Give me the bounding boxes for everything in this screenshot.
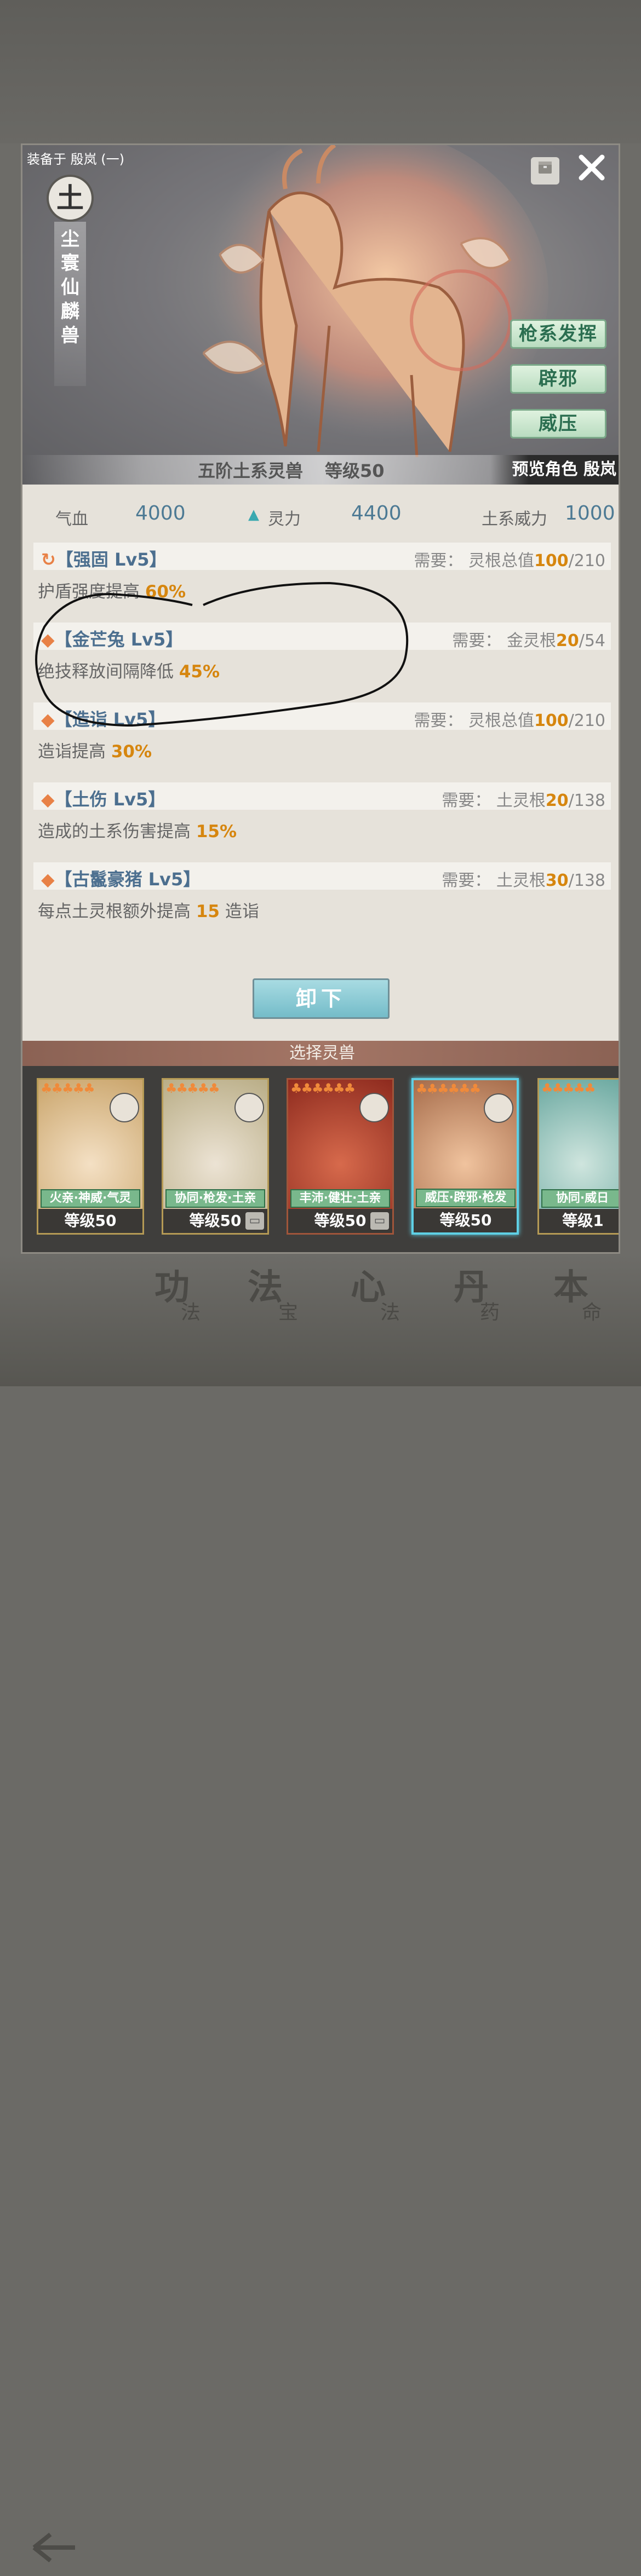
bg-tab-sub: 命: [582, 1301, 602, 1324]
beast-card[interactable]: ♣♣♣♣♣ 火亲·神威·气灵 等级50: [37, 1078, 144, 1235]
skill-name: ◆【金芒兔 Lv5】: [41, 629, 184, 650]
spirit-label: 灵力: [268, 510, 301, 529]
diamond-icon: ◆: [41, 709, 55, 730]
beast-detail-panel: 装备于 殷岚 (一) 土 尘寰仙麟兽 枪系发挥 辟邪 威压 五阶土系灵兽 等级50…: [21, 143, 620, 1254]
bg-tab-sub: 药: [480, 1301, 500, 1324]
avatar: [359, 1093, 389, 1122]
card-tags: 火亲·神威·气灵: [41, 1189, 140, 1208]
paw-stars: ♣♣♣♣♣: [41, 1081, 95, 1096]
beast-card-selected[interactable]: ♣♣♣♣♣♣ 威压·辟邪·枪发 等级50: [411, 1078, 519, 1235]
bag-icon[interactable]: [531, 157, 559, 185]
skill-name: ◆【土伤 Lv5】: [41, 789, 166, 810]
paw-stars: ♣♣♣♣♣♣: [416, 1081, 481, 1097]
card-level: 等级1: [539, 1209, 619, 1233]
left-arrow-icon[interactable]: [28, 2519, 78, 2576]
lock-icon: ▭: [370, 1212, 389, 1230]
beast-card[interactable]: ♣♣♣♣♣♣ 丰沛·健壮·土亲 等级50 ▭: [287, 1078, 394, 1235]
skill-name: ◆【造诣 Lv5】: [41, 709, 166, 730]
unequip-button[interactable]: 卸下: [253, 978, 390, 1019]
paw-stars: ♣♣♣♣♣♣: [290, 1081, 356, 1096]
background-top: [0, 0, 641, 143]
skill-header: ◆【古鬣豪猪 Lv5】 需要： 土灵根30/138: [33, 862, 611, 890]
diamond-icon: ◆: [41, 789, 55, 810]
skill-requirement: 需要： 灵根总值100/210: [414, 711, 605, 730]
close-icon[interactable]: [576, 153, 608, 186]
card-tags: 威压·辟邪·枪发: [416, 1189, 516, 1207]
trait-button[interactable]: 枪系发挥: [510, 319, 606, 349]
preview-character[interactable]: 预览角色 殷岚: [490, 455, 619, 485]
skill-requirement: 需要： 金灵根20/54: [452, 631, 605, 650]
skill-description: 护盾强度提高 60%: [38, 582, 186, 602]
skill-description: 造诣提高 30%: [38, 742, 152, 762]
skill-name: ↻【强固 Lv5】: [41, 549, 167, 570]
skill-requirement: 需要： 灵根总值100/210: [414, 551, 605, 570]
skill-header: ◆【金芒兔 Lv5】 需要： 金灵根20/54: [33, 623, 611, 650]
avatar: [484, 1093, 513, 1123]
select-beast-title: 选择灵兽: [22, 1041, 619, 1066]
earth-power-label: 土系威力: [482, 510, 547, 529]
card-tags: 协同·枪发·土亲: [165, 1189, 265, 1208]
beast-card[interactable]: ♣♣♣♣♣ 协同·威日 等级1: [537, 1078, 619, 1235]
trait-button[interactable]: 辟邪: [510, 364, 606, 394]
paw-stars: ♣♣♣♣♣: [541, 1081, 596, 1096]
beast-illustration: [187, 145, 548, 458]
equipped-on-label: 装备于 殷岚 (一): [27, 152, 124, 167]
diamond-icon: ◆: [41, 629, 55, 650]
hp-label: 气血: [55, 510, 88, 529]
skill-header: ◆【造诣 Lv5】 需要： 灵根总值100/210: [33, 702, 611, 730]
beast-level: 等级50: [325, 460, 385, 481]
bg-tab-sub: 宝: [278, 1301, 299, 1324]
beast-grade-level: 五阶土系灵兽 等级50: [198, 457, 385, 482]
diamond-icon: ◆: [41, 869, 55, 890]
trait-button[interactable]: 威压: [510, 409, 606, 439]
paw-stars: ♣♣♣♣♣: [165, 1081, 220, 1096]
spirit-up-icon: ▲: [248, 506, 259, 523]
skill-header: ◆【土伤 Lv5】 需要： 土灵根20/138: [33, 782, 611, 810]
avatar: [234, 1093, 264, 1122]
bg-tab-sub: 法: [380, 1301, 400, 1324]
avatar: [110, 1093, 139, 1122]
beast-grade: 五阶土系灵兽: [198, 460, 304, 481]
card-level: 等级50: [414, 1208, 517, 1232]
element-icon: 土: [47, 175, 94, 222]
card-tags: 丰沛·健壮·土亲: [290, 1189, 390, 1208]
refresh-icon: ↻: [41, 549, 56, 570]
beast-card[interactable]: ♣♣♣♣♣ 协同·枪发·土亲 等级50 ▭: [162, 1078, 269, 1235]
skill-description: 绝技释放间隔降低 45%: [38, 662, 220, 682]
lock-icon: ▭: [245, 1212, 264, 1230]
skill-requirement: 需要： 土灵根20/138: [442, 791, 605, 810]
beast-name: 尘寰仙麟兽: [61, 228, 79, 347]
beast-card-list[interactable]: ♣♣♣♣♣ 火亲·神威·气灵 等级50 ♣♣♣♣♣ 协同·枪发·土亲 等级50 …: [22, 1066, 619, 1252]
earth-power-value: 1000: [565, 502, 615, 525]
card-tags: 协同·威日: [541, 1189, 619, 1208]
skill-description: 造成的土系伤害提高 15%: [38, 822, 237, 842]
background-right: [619, 143, 641, 1255]
element-badge: 土 尘寰仙麟兽: [47, 167, 96, 386]
beast-hero: 装备于 殷岚 (一) 土 尘寰仙麟兽 枪系发挥 辟邪 威压 五阶土系灵兽 等级50…: [22, 145, 619, 485]
hp-value: 4000: [135, 502, 186, 525]
skill-requirement: 需要： 土灵根30/138: [442, 871, 605, 890]
bg-tab-sub: 法: [181, 1301, 201, 1324]
stats-row: 气血 4000 ▲ 灵力 4400 土系威力 1000: [22, 500, 619, 533]
background-bottom-nav: [0, 1254, 641, 2563]
bg-tab-main[interactable]: 法: [248, 1259, 283, 1310]
skill-name: ◆【古鬣豪猪 Lv5】: [41, 869, 201, 890]
card-level: 等级50: [38, 1209, 142, 1233]
background-left: [0, 143, 22, 1255]
skill-description: 每点土灵根额外提高 15 造诣: [38, 902, 259, 921]
spirit-value: 4400: [351, 502, 402, 525]
skill-header: ↻【强固 Lv5】 需要： 灵根总值100/210: [33, 543, 611, 570]
